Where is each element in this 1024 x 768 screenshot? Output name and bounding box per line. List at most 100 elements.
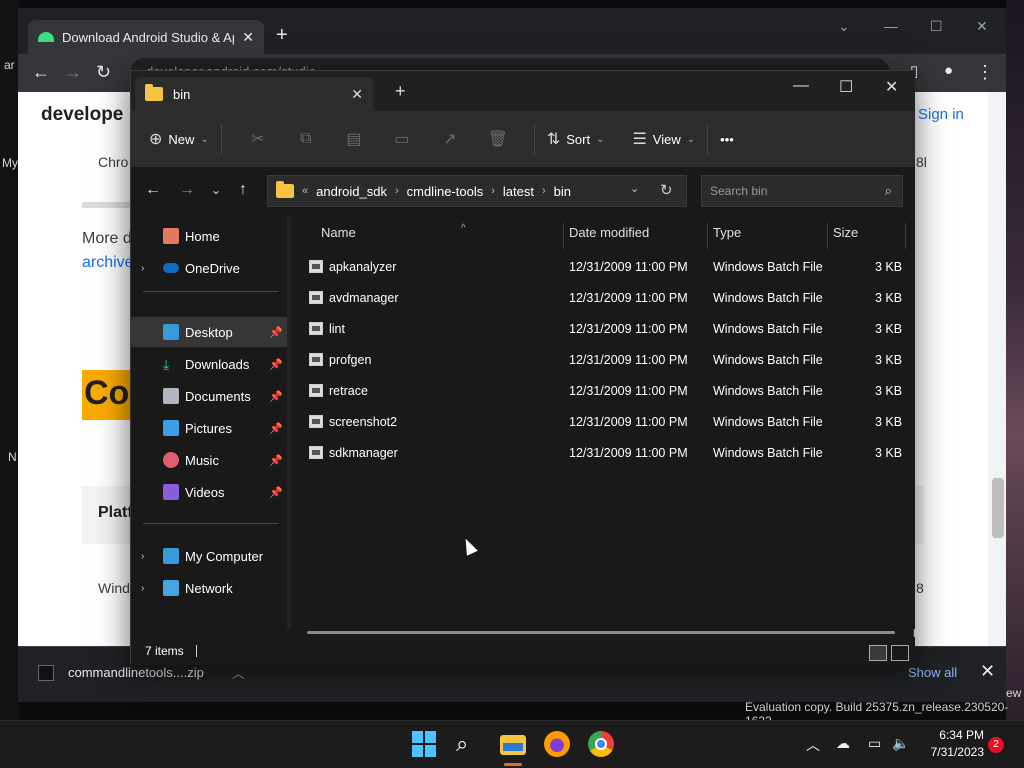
breadcrumb-item[interactable]: latest (503, 184, 534, 199)
breadcrumb-item[interactable]: android_sdk (316, 184, 387, 199)
back-icon[interactable]: ← (32, 62, 50, 83)
chevron-right-icon[interactable]: › (141, 551, 157, 562)
menu-icon[interactable]: ⋮ (976, 62, 994, 83)
file-row[interactable]: profgen 12/31/2009 11:00 PM Windows Batc… (299, 344, 903, 375)
delete-icon[interactable]: 🗑 (474, 129, 522, 149)
overflow-icon[interactable]: « (302, 185, 308, 197)
nav-item-network[interactable]: › Network (131, 573, 287, 603)
chrome-icon[interactable] (588, 731, 614, 757)
explorer-tab[interactable]: bin ✕ (135, 77, 373, 111)
desktop-icon-label[interactable]: ew (1006, 686, 1021, 700)
chevron-up-icon[interactable]: ︿ (806, 735, 820, 755)
pin-icon[interactable]: 📌 (269, 422, 283, 435)
browser-tab[interactable]: Download Android Studio & App ✕ (28, 20, 264, 54)
close-tab-icon[interactable]: ✕ (242, 29, 254, 46)
clock[interactable]: 6:34 PM 7/31/2023 (924, 727, 984, 761)
nav-item-home[interactable]: Home (131, 221, 287, 251)
new-button[interactable]: ⊕ New ⌄ (149, 129, 209, 149)
start-button[interactable] (412, 731, 438, 757)
file-row[interactable]: lint 12/31/2009 11:00 PM Windows Batch F… (299, 313, 903, 344)
file-row[interactable]: avdmanager 12/31/2009 11:00 PM Windows B… (299, 282, 903, 313)
site-logo[interactable]: develope (41, 104, 123, 126)
details-view-button[interactable] (869, 645, 887, 661)
nav-item-music[interactable]: Music 📌 (131, 445, 287, 475)
recent-locations-icon[interactable]: ⌄ (211, 183, 221, 197)
copy-icon[interactable]: ⧉ (282, 130, 330, 148)
file-row[interactable]: sdkmanager 12/31/2009 11:00 PM Windows B… (299, 437, 903, 468)
breadcrumb-item[interactable]: bin (554, 184, 571, 199)
reload-icon[interactable]: ↻ (96, 62, 111, 83)
page-scrollbar[interactable] (988, 92, 1006, 652)
pin-icon[interactable]: 📌 (269, 358, 283, 371)
page-scrollbar-thumb[interactable] (992, 478, 1004, 538)
close-tab-icon[interactable]: ✕ (351, 86, 363, 103)
rename-icon[interactable]: ▭ (378, 129, 426, 149)
minimize-button[interactable]: — (793, 77, 809, 95)
chevron-right-icon[interactable]: › (395, 185, 399, 197)
tab-search-icon[interactable]: ⌄ (838, 18, 850, 35)
desktop-icon-label[interactable]: ar (4, 58, 15, 72)
share-icon[interactable]: ↗ (426, 129, 474, 149)
maximize-button[interactable]: ☐ (930, 18, 943, 35)
column-divider[interactable] (905, 223, 906, 249)
nav-item-downloads[interactable]: ⤓ Downloads 📌 (131, 349, 287, 379)
promo-banner[interactable]: Co (82, 370, 134, 420)
chevron-right-icon[interactable]: › (542, 185, 546, 197)
nav-item-pictures[interactable]: Pictures 📌 (131, 413, 287, 443)
search-icon[interactable]: ⌕ (456, 731, 482, 757)
tiles-view-button[interactable] (891, 645, 909, 661)
show-all-button[interactable]: Show all (908, 665, 957, 680)
view-button[interactable]: ☰ View ⌄ (632, 129, 695, 149)
sort-button[interactable]: ⇅ Sort ⌄ (547, 129, 605, 149)
firefox-icon[interactable] (544, 731, 570, 757)
chevron-right-icon[interactable]: › (491, 185, 495, 197)
volume-icon[interactable]: 🔈 (892, 735, 909, 752)
nav-item-desktop[interactable]: Desktop 📌 (131, 317, 287, 347)
minimize-button[interactable]: — (884, 18, 898, 34)
onedrive-offline-icon[interactable]: ☁ (836, 735, 850, 752)
cut-icon[interactable]: ✂ (234, 129, 282, 149)
file-row[interactable]: retrace 12/31/2009 11:00 PM Windows Batc… (299, 375, 903, 406)
column-header-date[interactable]: Date modified (569, 225, 649, 251)
nav-item-my-computer[interactable]: › My Computer (131, 541, 287, 571)
close-download-bar-icon[interactable]: ✕ (980, 661, 995, 682)
maximize-button[interactable]: ☐ (839, 77, 853, 97)
file-explorer-taskbar-icon[interactable] (500, 731, 526, 757)
forward-icon[interactable]: → (179, 181, 195, 199)
pin-icon[interactable]: 📌 (269, 390, 283, 403)
chevron-right-icon[interactable]: › (141, 583, 157, 594)
new-tab-button[interactable]: + (276, 24, 288, 47)
column-header-name[interactable]: Name ^ (321, 223, 466, 251)
chevron-right-icon[interactable]: › (141, 263, 157, 274)
sign-in-link[interactable]: Sign in (918, 106, 964, 123)
column-header-size[interactable]: Size (833, 225, 858, 251)
horizontal-scrollbar[interactable] (307, 631, 895, 634)
archive-link[interactable]: archive (82, 254, 134, 272)
network-icon[interactable]: ▭ (868, 735, 881, 752)
paste-icon[interactable]: ▤ (330, 129, 378, 149)
search-input[interactable]: Search bin ⌕ (701, 175, 903, 207)
close-window-button[interactable]: ✕ (976, 18, 988, 35)
chevron-up-icon[interactable]: ︿ (232, 663, 245, 682)
nav-item-onedrive[interactable]: › OneDrive (131, 253, 287, 283)
new-tab-button[interactable]: + (395, 81, 406, 102)
pin-icon[interactable]: 📌 (269, 486, 283, 499)
download-item[interactable]: commandlinetools....zip ︿ (38, 663, 245, 682)
notification-badge[interactable]: 2 (988, 737, 1004, 753)
breadcrumb[interactable]: « android_sdk › cmdline-tools › latest ›… (267, 175, 687, 207)
breadcrumb-item[interactable]: cmdline-tools (407, 184, 484, 199)
back-icon[interactable]: ← (145, 181, 161, 199)
column-header-type[interactable]: Type (713, 225, 741, 251)
desktop-icon-label[interactable]: N (8, 450, 17, 464)
refresh-icon[interactable]: ↻ (660, 181, 673, 199)
nav-item-documents[interactable]: Documents 📌 (131, 381, 287, 411)
close-window-button[interactable]: ✕ (885, 77, 898, 97)
forward-icon[interactable]: → (64, 62, 82, 83)
pin-icon[interactable]: 📌 (269, 454, 283, 467)
up-icon[interactable]: ↑ (239, 181, 247, 199)
desktop-icon-label[interactable]: My (2, 156, 18, 170)
pin-icon[interactable]: 📌 (269, 326, 283, 339)
column-divider[interactable] (827, 223, 828, 249)
column-divider[interactable] (707, 223, 708, 249)
nav-item-videos[interactable]: Videos 📌 (131, 477, 287, 507)
